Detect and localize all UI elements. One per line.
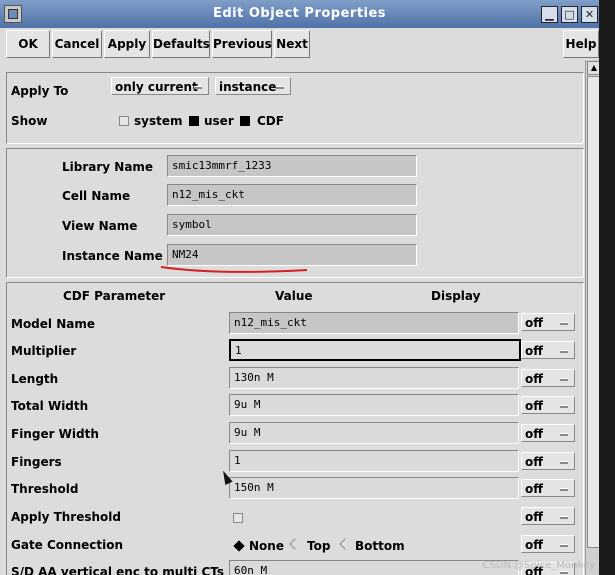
multiplier-label: Multiplier [11,344,77,358]
model-name-field: n12_mis_ckt [229,312,519,334]
button-bar: OK Cancel Apply Defaults Previous Next H… [0,28,599,60]
gate-none-label: None [249,539,284,553]
instance-name-field: NM24 [167,244,417,266]
red-annotation-underline [160,266,308,273]
fingers-label: Fingers [11,455,62,469]
fingers-input[interactable]: 1 [229,450,519,472]
multiplier-display-dropdown[interactable]: off [521,341,575,359]
maximize-icon[interactable]: □ [561,6,578,23]
length-display-value: off [525,372,543,386]
cell-name-label: Cell Name [62,189,131,203]
show-system-label: system [134,114,183,128]
finger-width-display-value: off [525,427,543,441]
vertical-scrollbar[interactable]: ▲ [585,60,599,575]
multiplier-display-value: off [525,344,543,358]
next-button[interactable]: Next [274,30,310,58]
value-header: Value [275,289,313,303]
fingers-display-dropdown[interactable]: off [521,452,575,470]
multiplier-input[interactable]: 1 [229,339,521,361]
apply-options-panel: Apply To only current instance Show syst… [6,72,584,144]
model-name-display-value: off [525,316,543,330]
show-cdf-label: CDF [257,114,284,128]
gate-connection-display-value: off [525,538,543,552]
gate-top-label: Top [307,539,331,553]
threshold-display-value: off [525,482,543,496]
defaults-button[interactable]: Defaults [152,30,210,58]
scroll-up-icon[interactable]: ▲ [587,61,599,75]
show-user-checkbox[interactable] [189,116,199,126]
library-name-label: Library Name [62,160,154,174]
cancel-button[interactable]: Cancel [52,30,102,58]
model-name-display-dropdown[interactable]: off [521,313,575,331]
view-name-field: symbol [167,214,417,236]
apply-threshold-label: Apply Threshold [11,510,121,524]
show-user-label: user [204,114,234,128]
total-width-display-dropdown[interactable]: off [521,396,575,414]
cell-name-field: n12_mis_ckt [167,184,417,206]
finger-width-label: Finger Width [11,427,99,441]
gate-none-radio[interactable] [233,540,245,552]
threshold-label: Threshold [11,482,79,496]
apply-button[interactable]: Apply [104,30,150,58]
gate-top-radio[interactable] [289,538,301,550]
total-width-label: Total Width [11,399,89,413]
instance-name-label: Instance Name [62,249,163,263]
cdf-panel: CDF Parameter Value Display Model Name n… [6,282,584,575]
fingers-display-value: off [525,455,543,469]
sd-aa-vertical-enc-input[interactable]: 60n M [229,560,519,575]
view-name-label: View Name [62,219,138,233]
minimize-icon[interactable]: ▁ [541,6,558,23]
total-width-input[interactable]: 9u M [229,394,519,416]
gate-connection-label: Gate Connection [11,538,124,552]
close-icon[interactable]: ✕ [581,6,598,23]
apply-scope-dropdown[interactable]: only current [111,77,209,95]
sd-aa-vertical-enc-label: S/D AA vertical enc to multi CTs [11,565,225,575]
apply-threshold-display-dropdown[interactable]: off [521,507,575,525]
length-input[interactable]: 130n M [229,367,519,389]
previous-button[interactable]: Previous [212,30,272,58]
help-button[interactable]: Help [563,30,599,58]
apply-type-dropdown[interactable]: instance [215,77,291,95]
length-label: Length [11,372,59,386]
apply-threshold-checkbox[interactable] [233,513,243,523]
threshold-display-dropdown[interactable]: off [521,479,575,497]
total-width-display-value: off [525,399,543,413]
threshold-input[interactable]: 150n M [229,477,519,499]
background-desktop [599,0,615,575]
scroll-thumb[interactable] [587,76,599,548]
cdf-parameter-header: CDF Parameter [63,289,166,303]
edit-object-properties-window: Edit Object Properties ▁ □ ✕ OK Cancel A… [0,0,599,575]
apply-threshold-display-value: off [525,510,543,524]
finger-width-input[interactable]: 9u M [229,422,519,444]
gate-connection-display-dropdown[interactable]: off [521,535,575,553]
apply-scope-value: only current [115,80,198,94]
show-system-checkbox[interactable] [119,116,129,126]
title-bar[interactable]: Edit Object Properties ▁ □ ✕ [0,0,599,28]
length-display-dropdown[interactable]: off [521,369,575,387]
display-header: Display [431,289,481,303]
finger-width-display-dropdown[interactable]: off [521,424,575,442]
model-name-label: Model Name [11,317,95,331]
watermark: CSDN @Spice_Monkey [482,560,595,571]
show-label: Show [11,114,48,128]
window-title: Edit Object Properties [212,6,387,21]
gate-bottom-label: Bottom [355,539,405,553]
gate-bottom-radio[interactable] [339,538,351,550]
identity-panel: Library Name smic13mmrf_1233 Cell Name n… [6,148,584,278]
show-cdf-checkbox[interactable] [240,116,250,126]
apply-to-label: Apply To [11,84,69,98]
library-name-field: smic13mmrf_1233 [167,155,417,177]
ok-button[interactable]: OK [6,30,50,58]
apply-type-value: instance [219,80,277,94]
